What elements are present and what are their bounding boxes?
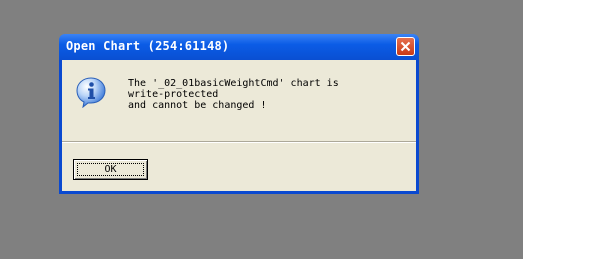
dialog-title: Open Chart (254:61148) [66, 39, 230, 53]
dialog-body: The '_02_01basicWeightCmd' chart is writ… [62, 60, 416, 191]
dialog-titlebar[interactable]: Open Chart (254:61148) [59, 34, 419, 60]
dialog-separator [62, 141, 416, 143]
info-icon [76, 77, 106, 108]
dialog-message: The '_02_01basicWeightCmd' chart is writ… [128, 78, 339, 111]
open-chart-dialog: Open Chart (254:61148) The '_02_01basicW… [59, 34, 419, 194]
ok-button-label: OK [104, 164, 117, 175]
ok-button[interactable]: OK [73, 159, 148, 180]
close-icon [400, 41, 411, 52]
close-button[interactable] [396, 37, 415, 56]
